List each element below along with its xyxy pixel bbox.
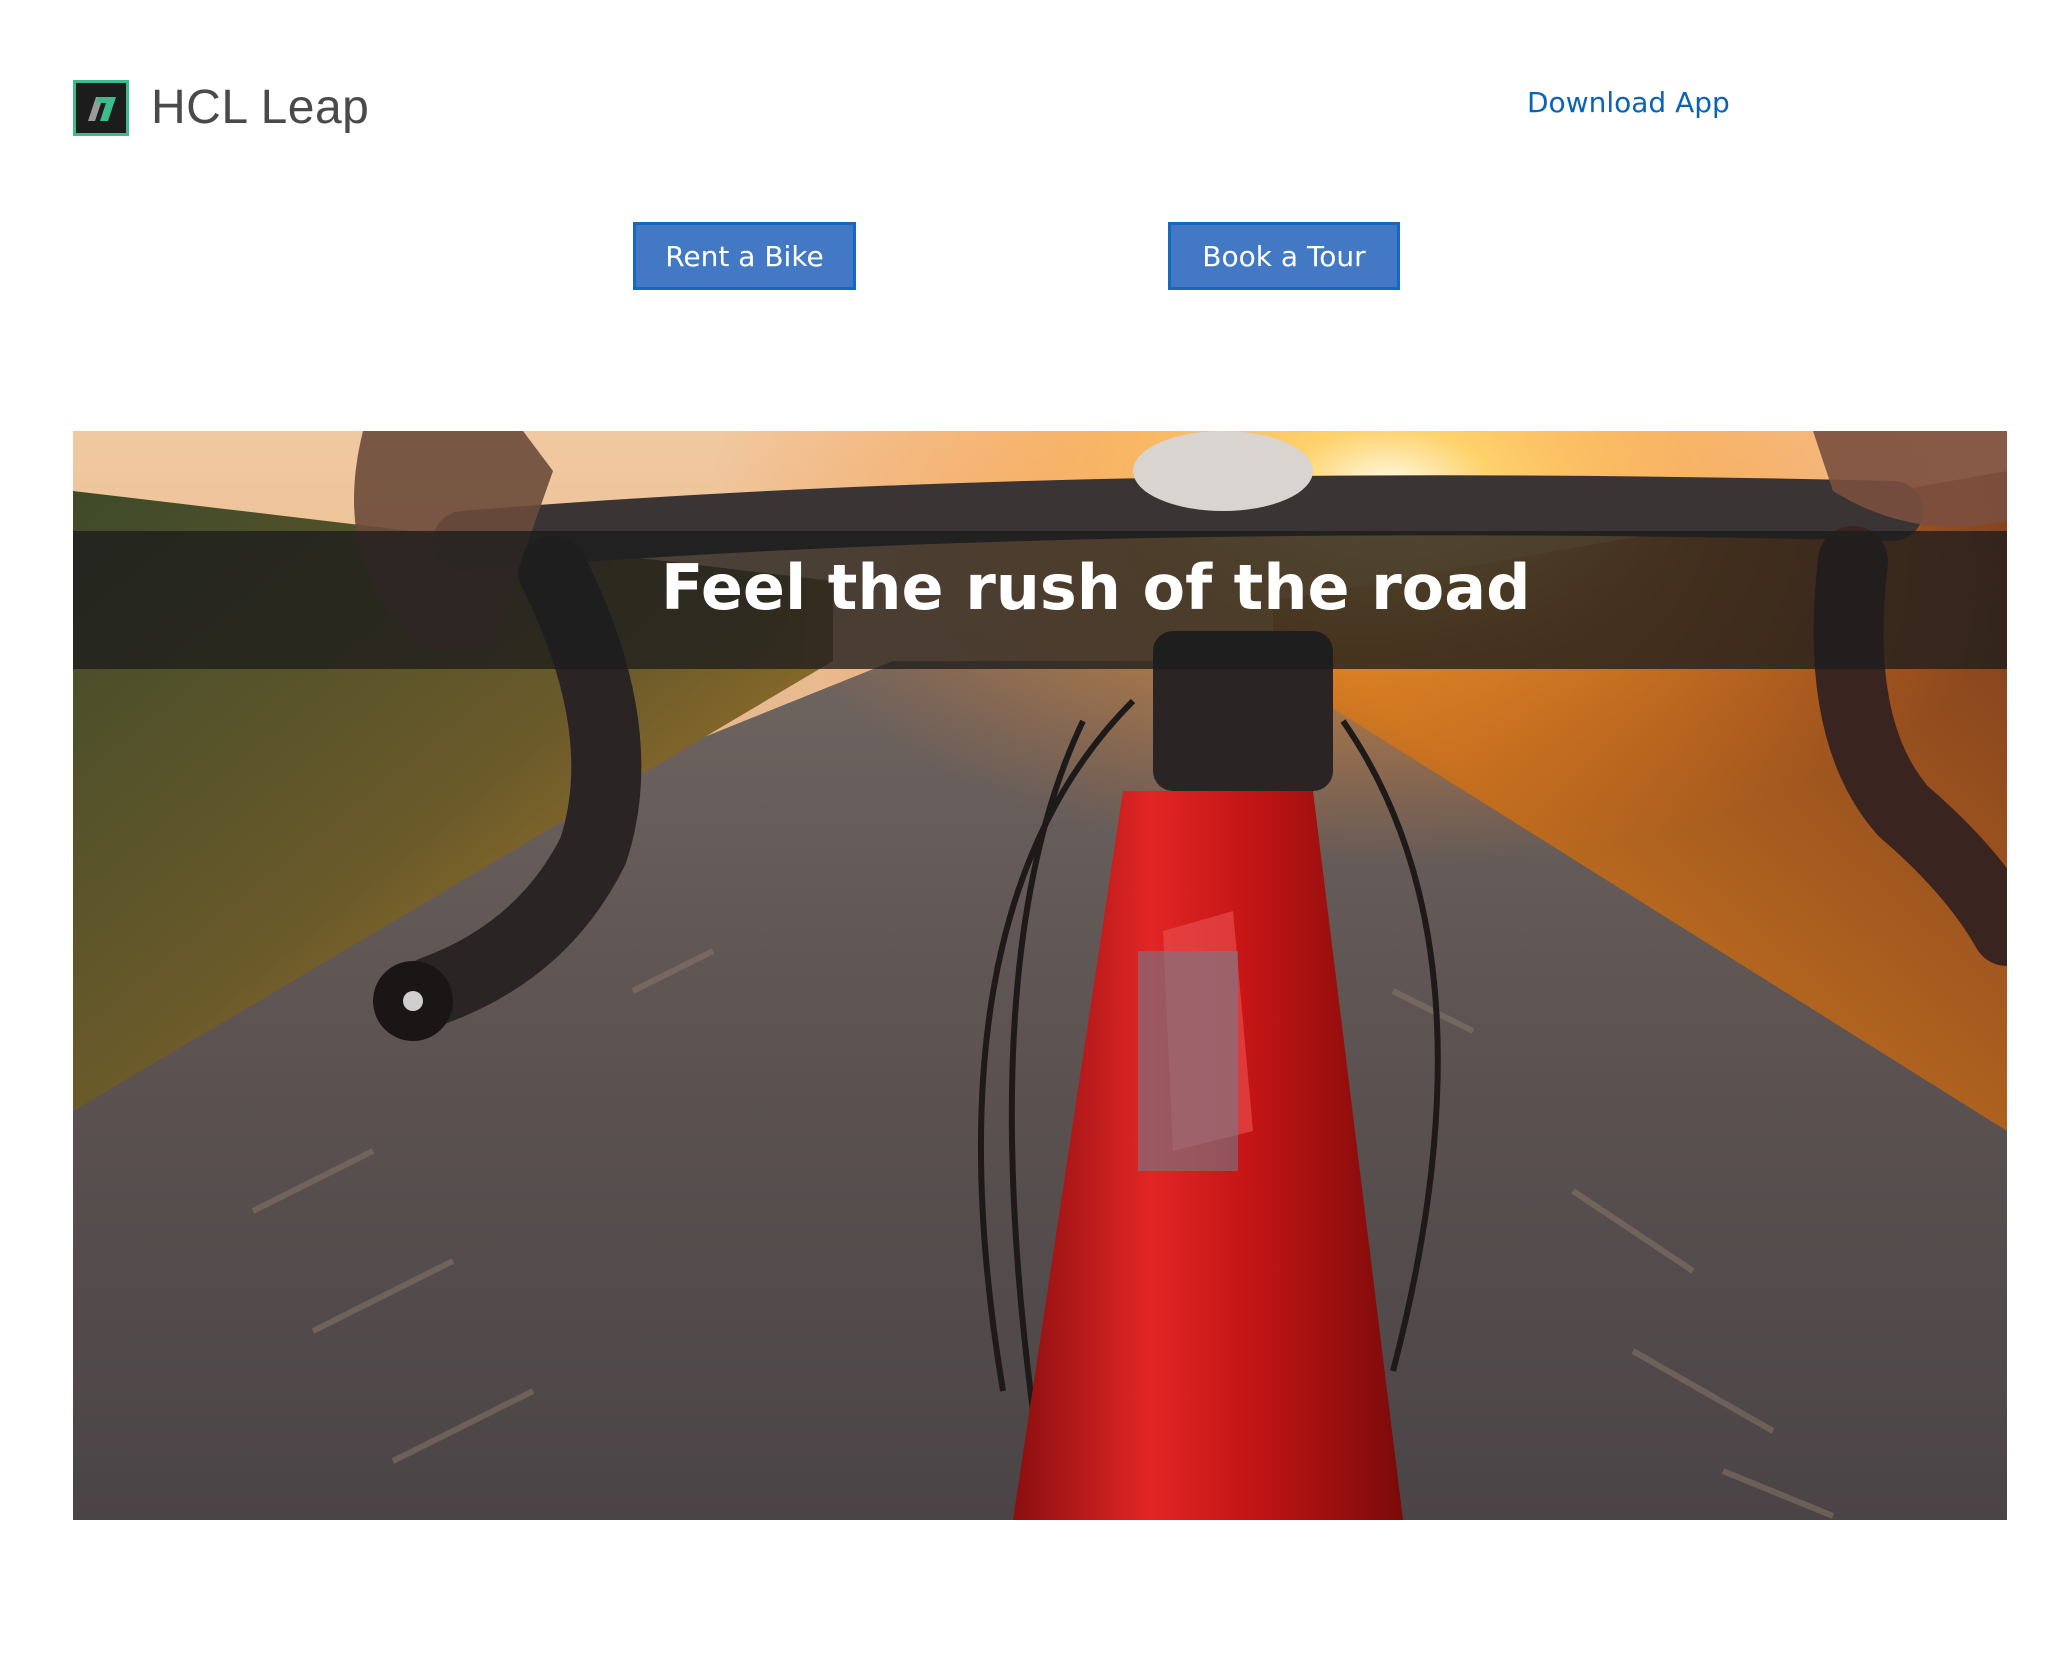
book-a-tour-button[interactable]: Book a Tour — [1168, 222, 1400, 290]
brand-logo[interactable]: HCL Leap — [73, 80, 369, 136]
brand-name: HCL Leap — [151, 81, 370, 134]
download-app-link[interactable]: Download App — [1527, 86, 1730, 119]
hcl-leap-logo-icon — [73, 80, 129, 136]
hero-banner: Feel the rush of the road — [73, 431, 2007, 1520]
rent-a-bike-button[interactable]: Rent a Bike — [633, 222, 856, 290]
page: HCL Leap Download App Rent a Bike Book a… — [0, 0, 2062, 1674]
hero-caption: Feel the rush of the road — [661, 551, 1531, 624]
